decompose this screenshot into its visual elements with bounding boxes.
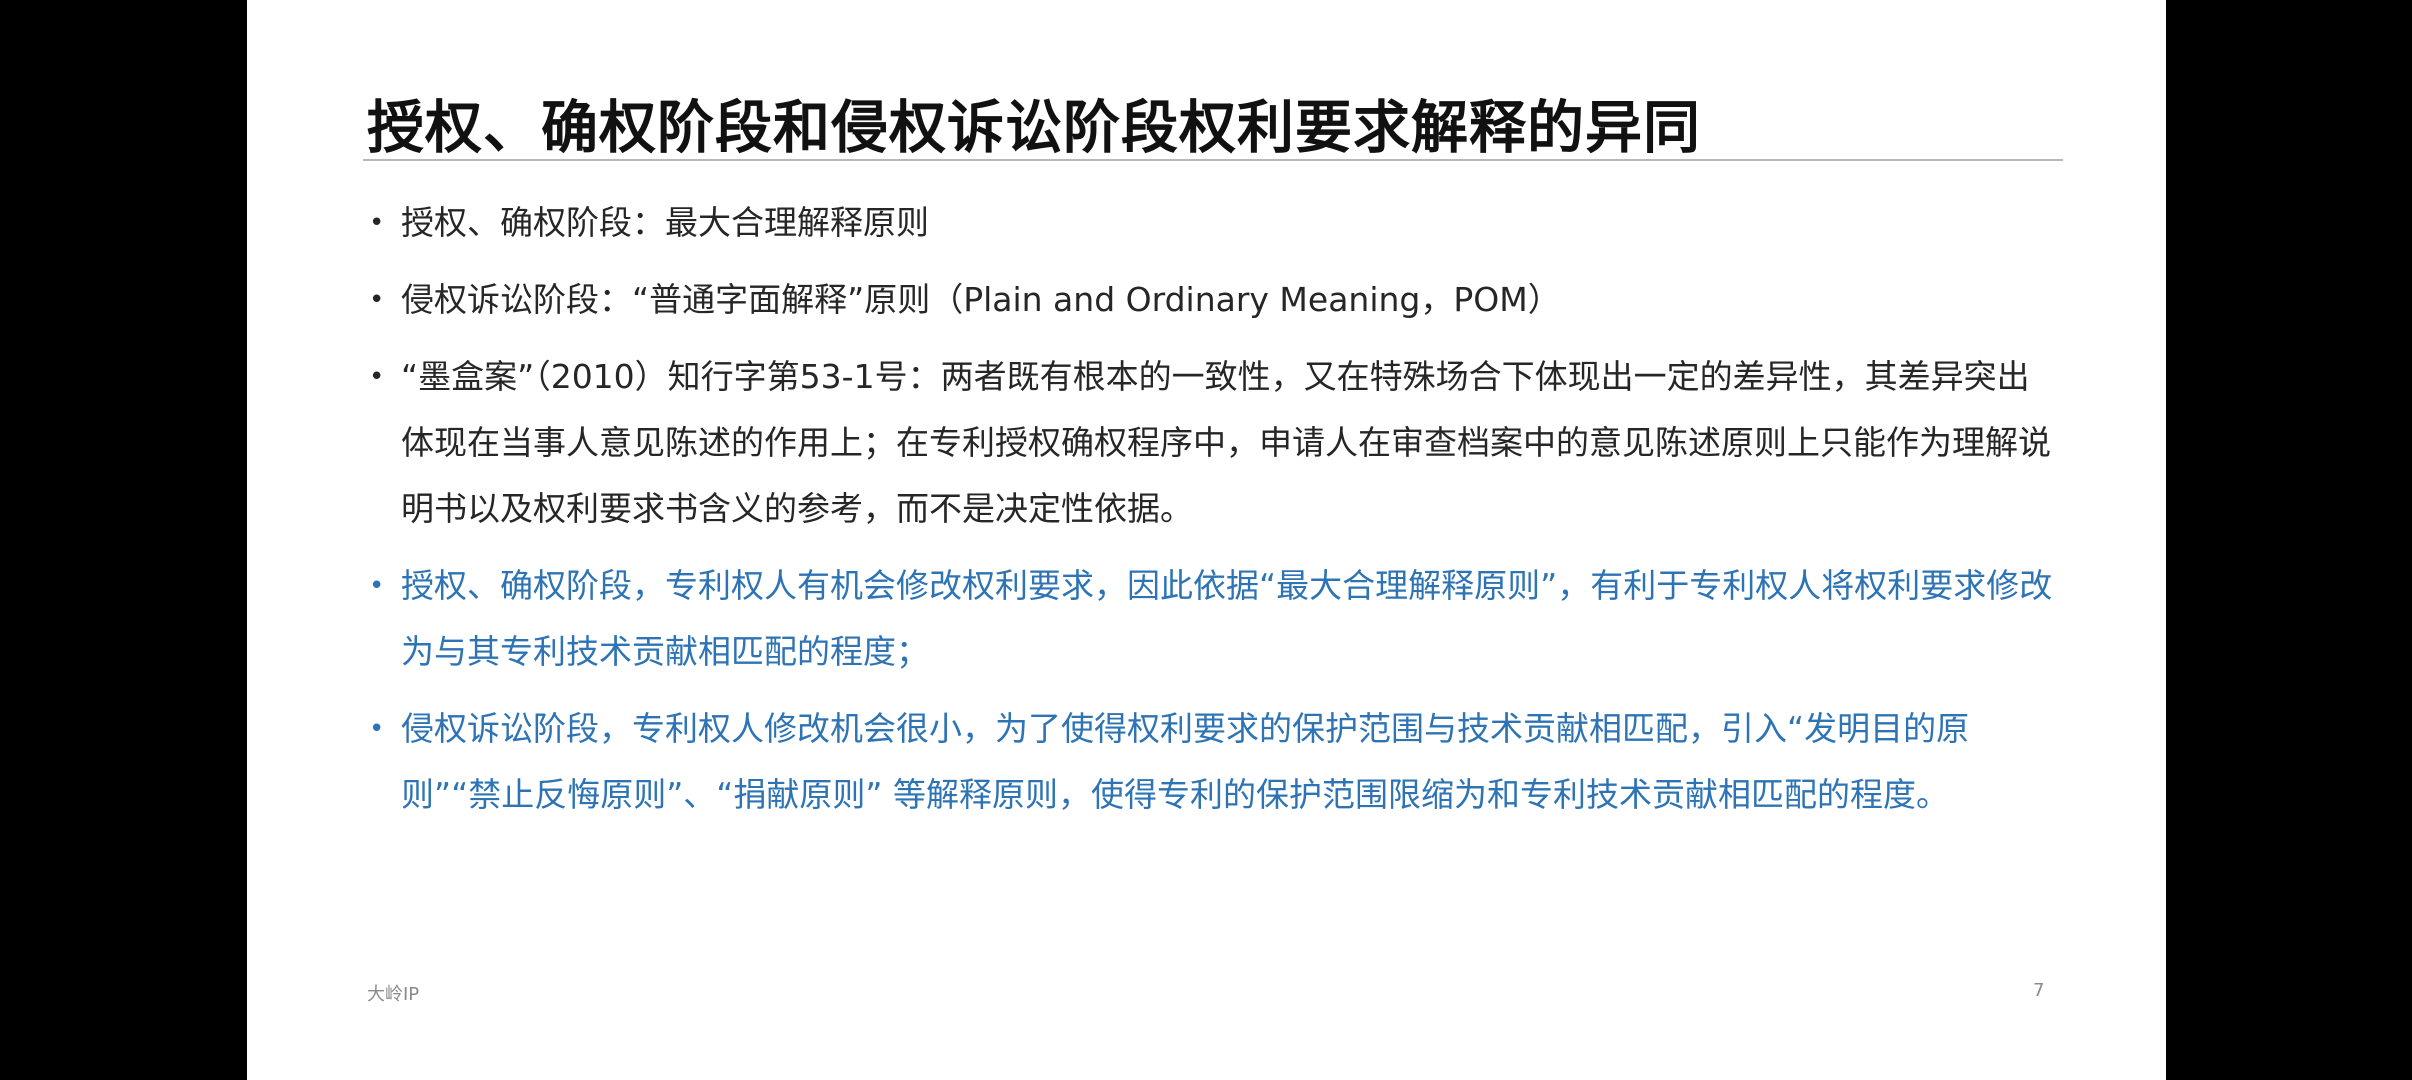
bullet-item-authorization-stage: • 授权、确权阶段：最大合理解释原则 (363, 190, 2053, 256)
slide-title: 授权、确权阶段和侵权诉讼阶段权利要求解释的异同 (367, 82, 1701, 164)
bullet-item-infringement-stage: • 侵权诉讼阶段：“普通字面解释”原则（Plain and Ordinary M… (363, 267, 2053, 333)
bullet-text: 授权、确权阶段，专利权人有机会修改权利要求，因此依据“最大合理解释原则”，有利于… (401, 566, 2052, 671)
bullet-dot: • (369, 696, 384, 762)
bullet-text: 侵权诉讼阶段：“普通字面解释”原则（Plain and Ordinary Mea… (401, 280, 1561, 319)
bullet-item-interpretation-principles: • 侵权诉讼阶段，专利权人修改机会很小，为了使得权利要求的保护范围与技术贡献相匹… (363, 696, 2053, 828)
bullet-dot: • (369, 553, 384, 619)
bullet-item-amendment-opportunity: • 授权、确权阶段，专利权人有机会修改权利要求，因此依据“最大合理解释原则”，有… (363, 553, 2053, 685)
bullet-item-ink-cartridge-case: • “墨盒案”（2010）知行字第53-1号：两者既有根本的一致性，又在特殊场合… (363, 344, 2053, 542)
page-number: 7 (2033, 980, 2044, 1001)
presentation-viewer: 授权、确权阶段和侵权诉讼阶段权利要求解释的异同 • 授权、确权阶段：最大合理解释… (0, 0, 2412, 1080)
slide: 授权、确权阶段和侵权诉讼阶段权利要求解释的异同 • 授权、确权阶段：最大合理解释… (247, 0, 2166, 1080)
bullet-text: 侵权诉讼阶段，专利权人修改机会很小，为了使得权利要求的保护范围与技术贡献相匹配，… (401, 709, 1969, 814)
bullet-dot: • (369, 267, 384, 333)
bullet-dot: • (369, 190, 384, 256)
bullet-dot: • (369, 344, 384, 410)
bullet-list: • 授权、确权阶段：最大合理解释原则 • 侵权诉讼阶段：“普通字面解释”原则（P… (363, 190, 2053, 839)
bullet-text: “墨盒案”（2010）知行字第53-1号：两者既有根本的一致性，又在特殊场合下体… (401, 357, 2051, 528)
footer-source: 大岭IP (367, 980, 419, 1006)
bullet-text: 授权、确权阶段：最大合理解释原则 (401, 203, 929, 242)
title-divider (363, 159, 2063, 161)
